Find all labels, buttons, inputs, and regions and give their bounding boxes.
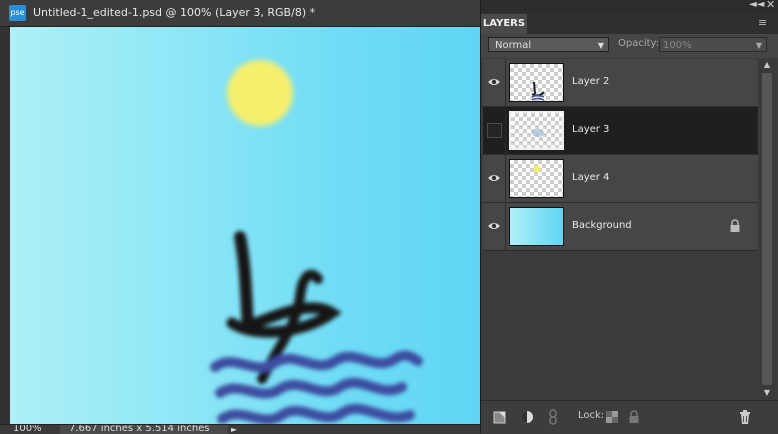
lock-icon <box>730 219 740 232</box>
layer-thumbnail <box>509 207 564 246</box>
image-canvas[interactable] <box>10 27 480 425</box>
layer-thumbnail <box>509 159 564 198</box>
visibility-toggle[interactable] <box>483 59 506 106</box>
blend-mode-value: Normal <box>495 40 532 51</box>
lock-all-icon[interactable] <box>626 409 642 425</box>
eye-icon <box>488 175 500 181</box>
visibility-toggle[interactable] <box>483 203 506 250</box>
panel-top-bar: ◄◄ ✕ <box>481 0 778 12</box>
adjustment-layer-icon[interactable] <box>519 409 535 425</box>
layer-name: Layer 3 <box>572 124 610 135</box>
wave-2 <box>215 377 407 399</box>
document-window: pse Untitled-1_edited-1.psd @ 100% (Laye… <box>0 0 480 434</box>
panel-bottom-bar: Lock: <box>481 400 778 434</box>
blend-mode-select[interactable]: Normal ▼ <box>488 37 609 52</box>
scroll-up-icon[interactable]: ▲ <box>760 59 774 71</box>
visibility-box <box>487 123 502 138</box>
layer-row-background[interactable]: Background <box>483 203 758 251</box>
scroll-down-icon[interactable]: ▼ <box>760 387 774 399</box>
wave-1 <box>210 350 423 373</box>
opacity-value: 100% <box>663 40 692 51</box>
boat-mast <box>234 231 254 333</box>
trash-icon[interactable] <box>737 409 753 425</box>
lock-label: Lock: <box>578 410 605 421</box>
layers-panel: ◄◄ ✕ LAYERS ≡ Normal ▼ Opacity: 100% ▼ L… <box>480 0 778 434</box>
layers-scrollbar[interactable]: ▲ ▼ <box>760 59 774 399</box>
visibility-toggle[interactable] <box>483 155 506 202</box>
layer-thumbnail <box>509 63 564 102</box>
close-icon[interactable]: ✕ <box>766 0 775 11</box>
document-title: Untitled-1_edited-1.psd @ 100% (Layer 3,… <box>33 6 316 19</box>
new-layer-icon[interactable] <box>492 409 508 425</box>
opacity-input[interactable]: 100% ▼ <box>659 37 767 52</box>
layer-row-layer-3[interactable]: Layer 3 <box>483 107 758 155</box>
layer-row-layer-2[interactable]: Layer 2 <box>483 59 758 107</box>
layer-name: Layer 2 <box>572 76 610 87</box>
pse-icon: pse <box>9 5 26 21</box>
layer-thumbnail <box>509 111 564 150</box>
layer-name: Background <box>572 220 632 231</box>
panel-menu-icon[interactable]: ≡ <box>758 16 767 29</box>
link-icon[interactable] <box>545 409 561 425</box>
opacity-label: Opacity: <box>618 38 660 49</box>
document-title-bar[interactable]: pse Untitled-1_edited-1.psd @ 100% (Laye… <box>0 0 480 27</box>
visibility-toggle[interactable] <box>483 107 506 154</box>
dropdown-arrow-icon: ▼ <box>755 41 762 50</box>
tab-layers[interactable]: LAYERS <box>481 14 527 34</box>
layer-controls: Normal ▼ Opacity: 100% ▼ <box>481 34 778 58</box>
scroll-thumb[interactable] <box>762 73 772 385</box>
drawing <box>210 231 423 425</box>
layer-name: Layer 4 <box>572 172 610 183</box>
eye-icon <box>488 223 500 229</box>
layer-row-layer-4[interactable]: Layer 4 <box>483 155 758 203</box>
eye-icon <box>488 79 500 85</box>
collapse-icon[interactable]: ◄◄ <box>749 0 764 10</box>
panel-tab-row: LAYERS ≡ <box>481 12 778 34</box>
dropdown-arrow-icon: ▼ <box>597 41 604 50</box>
wave-3 <box>217 403 415 425</box>
lock-transparent-icon[interactable] <box>604 409 620 425</box>
layers-list: Layer 2 Layer 3 Layer 4 Background <box>483 59 758 399</box>
